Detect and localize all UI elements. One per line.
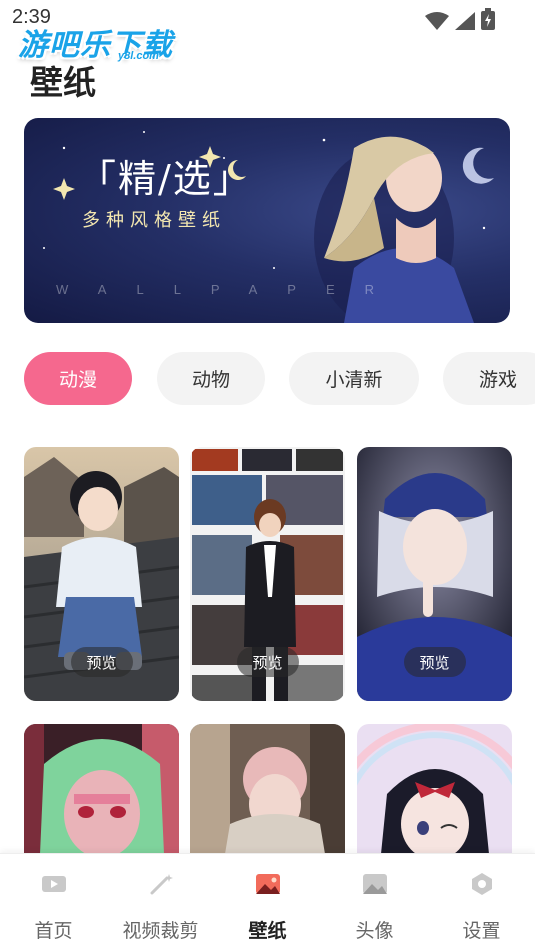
nav-home[interactable]: 首页: [0, 854, 107, 951]
banner-subtitle: 多种风格壁纸: [82, 210, 226, 231]
nav-label: 设置: [462, 920, 501, 942]
magic-wand-icon: [150, 874, 173, 895]
avatar-image-icon: [362, 874, 387, 894]
category-tabs: 动漫 动物 小清新 游戏: [24, 352, 535, 406]
nav-label: 头像: [355, 920, 394, 942]
banner-title: 「精/选」: [78, 157, 253, 201]
gear-icon: [471, 873, 492, 895]
tab-games[interactable]: 游戏: [443, 352, 535, 405]
preview-button[interactable]: 预览: [403, 647, 466, 677]
wallpaper-card[interactable]: 预览: [24, 447, 179, 701]
signal-icon: [455, 12, 475, 30]
picture-icon: [255, 874, 280, 894]
status-icons: [425, 8, 495, 30]
featured-banner[interactable]: 「精/选」 多种风格壁纸 WALLPAPER: [24, 118, 510, 323]
nav-avatar[interactable]: 头像: [321, 854, 428, 951]
preview-button[interactable]: 预览: [70, 647, 133, 677]
watermark-sub: y8l.com: [118, 50, 159, 62]
nav-wallpaper[interactable]: 壁纸: [214, 854, 321, 951]
banner-watermark-word: WALLPAPER: [56, 282, 405, 297]
tab-animals[interactable]: 动物: [157, 352, 265, 405]
nav-label: 壁纸: [248, 920, 287, 942]
tab-fresh[interactable]: 小清新: [289, 352, 419, 405]
tab-anime[interactable]: 动漫: [24, 352, 132, 405]
wallpaper-card[interactable]: 预览: [357, 447, 512, 701]
nav-video-crop[interactable]: 视频裁剪: [107, 854, 214, 951]
preview-button[interactable]: 预览: [236, 647, 299, 677]
page-title: 壁纸: [30, 63, 96, 102]
wallpaper-card[interactable]: 预览: [190, 447, 345, 701]
wifi-icon: [425, 12, 449, 30]
bottom-nav: 首页 视频裁剪 壁纸 头像 设置: [0, 853, 535, 951]
nav-settings[interactable]: 设置: [428, 854, 535, 951]
nav-label: 视频裁剪: [122, 920, 199, 942]
battery-icon: [481, 8, 495, 30]
video-play-icon: [41, 876, 66, 892]
nav-label: 首页: [34, 920, 73, 942]
